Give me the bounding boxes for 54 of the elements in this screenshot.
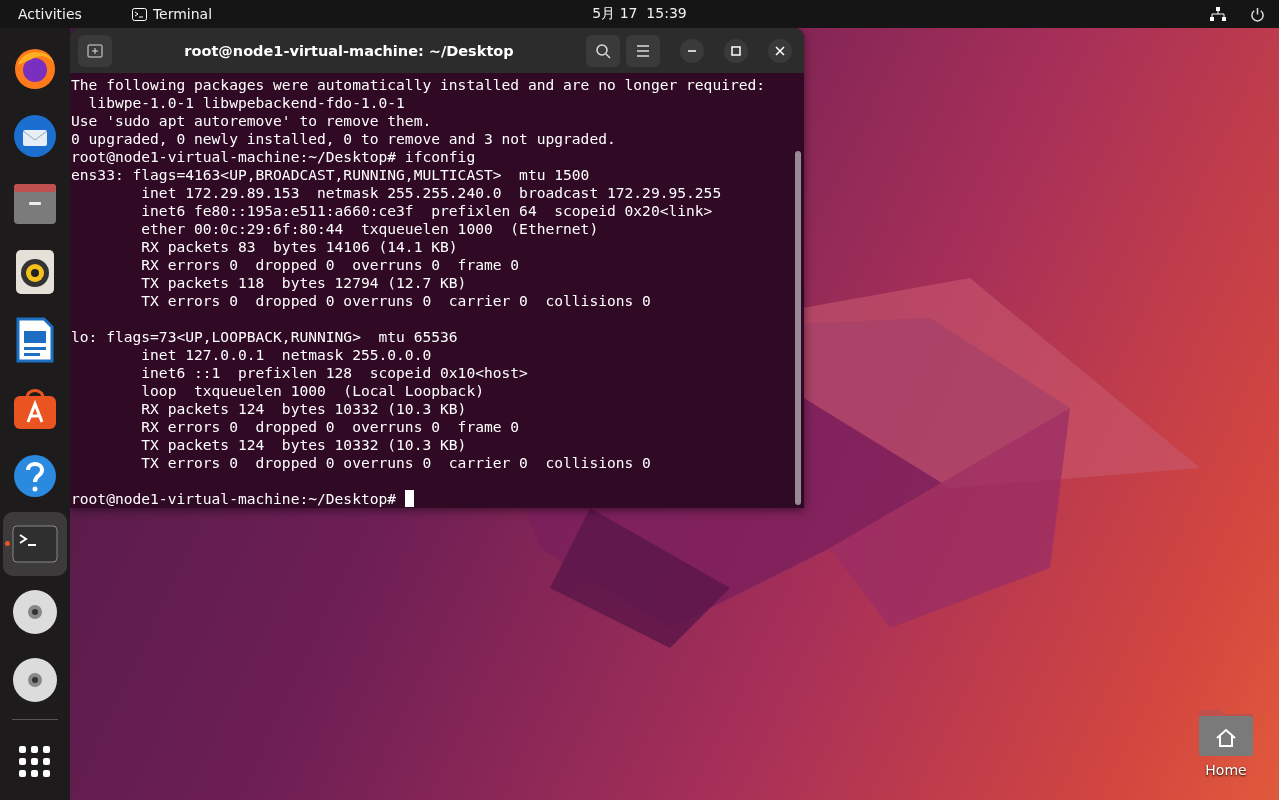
- terminal-output-line: RX packets 83 bytes 14106 (14.1 KB): [140, 238, 459, 256]
- new-tab-icon: [87, 43, 103, 58]
- minimize-icon: [688, 49, 696, 52]
- activities-button[interactable]: Activities: [6, 4, 94, 24]
- disc-icon: [12, 657, 58, 703]
- terminal-output-line: Use 'sudo apt autoremove' to remove them.: [71, 112, 433, 130]
- terminal-output-line: TX errors 0 dropped 0 overruns 0 carrier 0 collisions 0: [140, 454, 652, 472]
- menu-button[interactable]: [626, 34, 660, 67]
- terminal-output-line: The following packages were automatically installed and are no longer required:: [71, 76, 767, 94]
- terminal-output-line: TX packets 124 bytes 10332 (10.3 KB): [140, 436, 468, 454]
- terminal-icon: [12, 525, 58, 563]
- help-icon: [12, 453, 58, 499]
- minimize-button[interactable]: [680, 38, 704, 63]
- desktop-shortcut[interactable]: Home: [1197, 706, 1255, 778]
- maximize-icon: [731, 45, 741, 56]
- terminal-output-line: ens33: flags=4163<UP,BROADCAST,RUNNING,MULTICAST> mtu 1500: [71, 166, 591, 184]
- terminal-output-line: inet6 fe80::195a:e511:a660:ce3f prefixlen 64 scopeid 0x20<link>: [140, 202, 714, 220]
- terminal-output-line: inet 172.29.89.153 netmask 255.255.240.0 broadcast 172.29.95.255: [140, 184, 723, 202]
- terminal-output-line: RX errors 0 dropped 0 overruns 0 frame 0: [140, 418, 521, 436]
- power-icon[interactable]: [1250, 6, 1265, 22]
- terminal-output-line: RX errors 0 dropped 0 overruns 0 frame 0: [140, 256, 521, 274]
- document-icon: [16, 317, 54, 363]
- shopping-bag-icon: [12, 386, 58, 430]
- terminal-output-line: 0 upgraded, 0 newly installed, 0 to remove and 3 not upgraded.: [71, 130, 617, 148]
- menu-icon: [636, 44, 650, 57]
- scrollbar[interactable]: [795, 151, 801, 505]
- network-icon[interactable]: [1210, 7, 1226, 21]
- desktop-icon-label: Home: [1205, 762, 1247, 778]
- window-title: root@node1-virtual-machine: ~/Desktop: [183, 42, 515, 59]
- disc-icon: [12, 589, 58, 635]
- terminal-icon: [131, 7, 147, 21]
- maximize-button[interactable]: [724, 38, 748, 63]
- terminal-output-line: loop txqueuelen 1000 (Local Loopback): [140, 382, 485, 400]
- close-button[interactable]: [768, 38, 792, 63]
- search-button[interactable]: [586, 34, 620, 67]
- clock[interactable]: 5月 17 15:39: [592, 5, 687, 23]
- app-grid-icon: [19, 746, 51, 778]
- new-tab-button[interactable]: [78, 34, 112, 67]
- close-icon: [775, 45, 785, 56]
- bird-envelope-icon: [11, 112, 59, 160]
- terminal-output-line: inet6 ::1 prefixlen 128 scopeid 0x10<host>: [140, 364, 529, 382]
- terminal-output-line: RX packets 124 bytes 10332 (10.3 KB): [140, 400, 468, 418]
- terminal-output-line: libwpe-1.0-1 libwpebackend-fdo-1.0-1: [87, 94, 406, 112]
- terminal-output-line: root@node1-virtual-machine:~/Desktop# ifconfig: [71, 148, 477, 166]
- terminal-output-line: ether 00:0c:29:6f:80:44 txqueuelen 1000 (Ethernet): [140, 220, 600, 238]
- terminal-output-line: lo: flags=73<UP,LOOPBACK,RUNNING> mtu 65536: [71, 328, 459, 346]
- terminal-output-line: TX errors 0 dropped 0 overruns 0 carrier 0 collisions 0: [140, 292, 652, 310]
- terminal-output-line: inet 127.0.0.1 netmask 255.0.0.0: [140, 346, 433, 364]
- shell-prompt: root@node1-virtual-machine:~/Desktop#: [71, 490, 398, 508]
- search-icon: [595, 42, 611, 59]
- speaker-icon: [15, 249, 55, 295]
- terminal-output-line: TX packets 118 bytes 12794 (12.7 KB): [140, 274, 468, 292]
- file-cabinet-icon: [12, 182, 58, 226]
- app-menu-button[interactable]: Terminal: [119, 4, 225, 24]
